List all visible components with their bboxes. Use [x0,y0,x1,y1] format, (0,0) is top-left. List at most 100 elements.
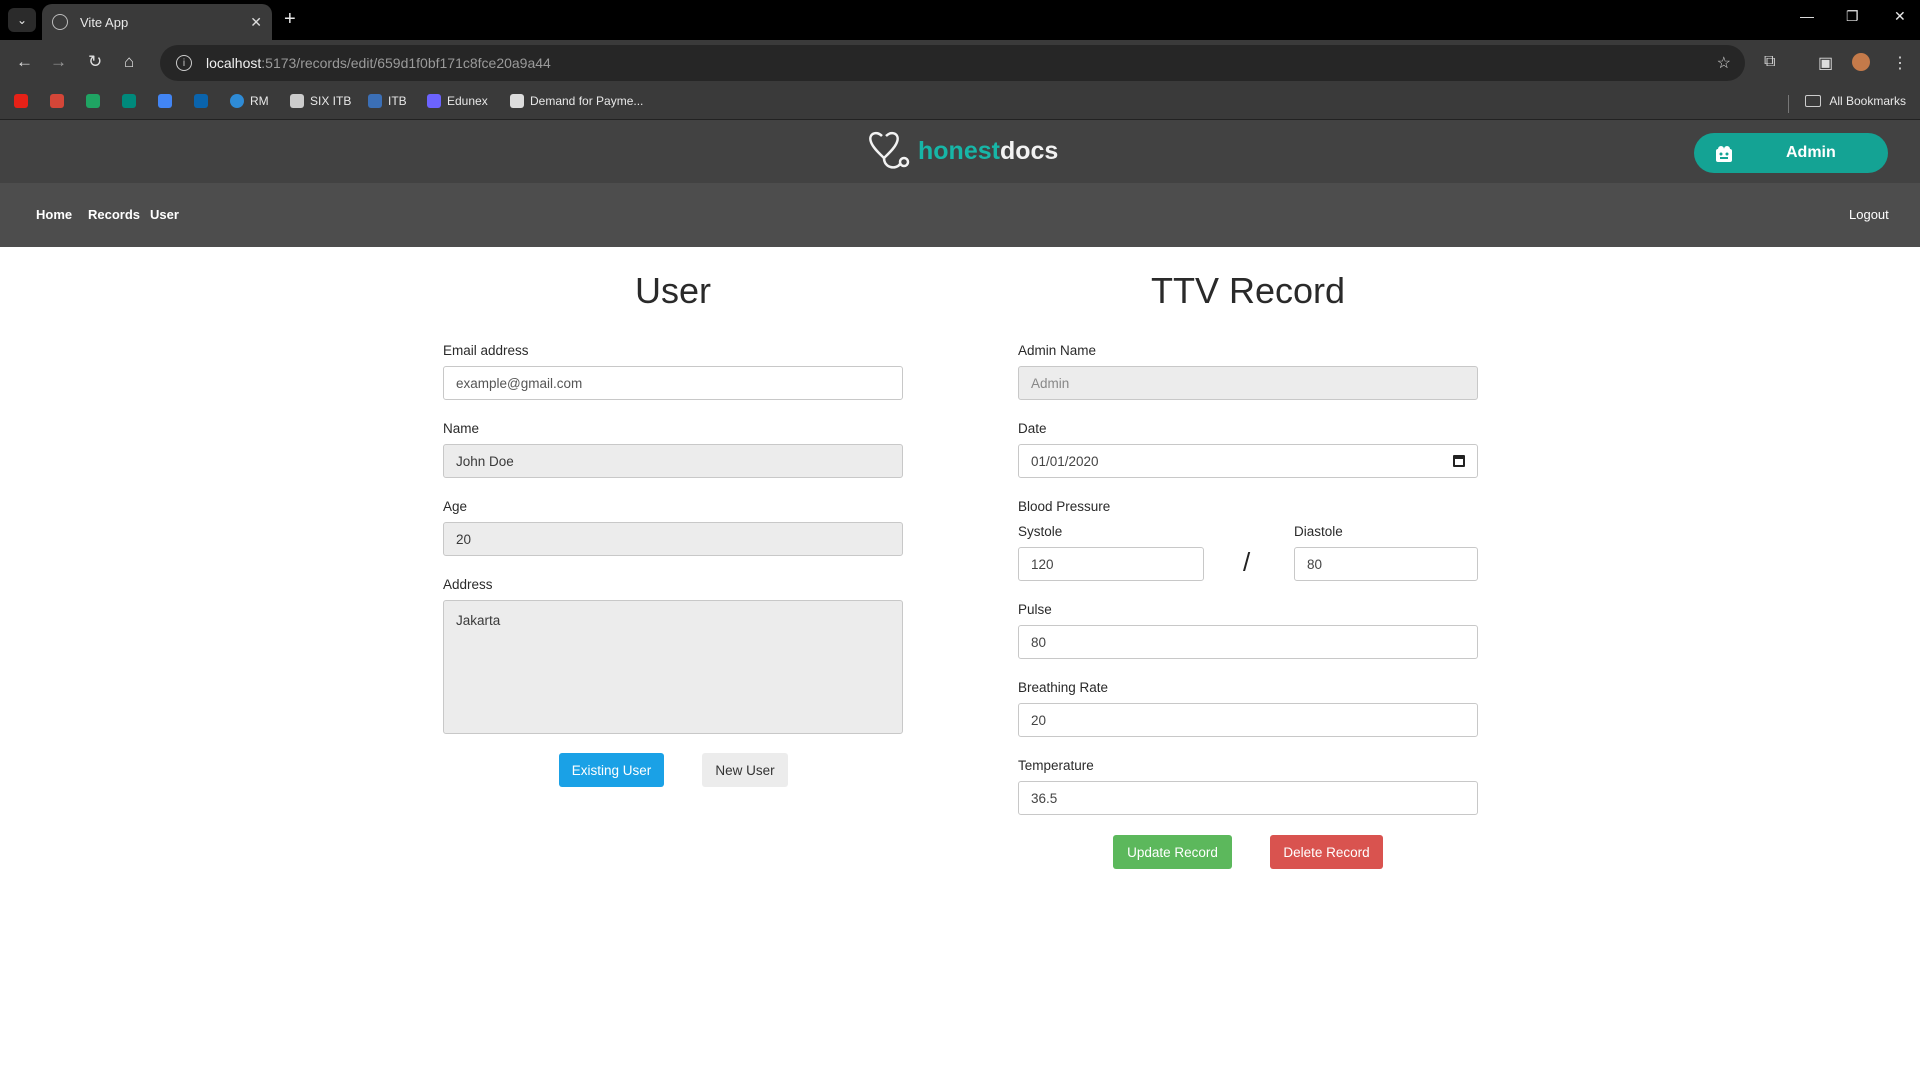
browser-tab[interactable]: Vite App ✕ [42,4,272,40]
record-panel-title: TTV Record [1150,270,1346,311]
admin-avatar-icon [1716,146,1732,162]
logo-docs: docs [999,136,1059,165]
logo-honest: honest [918,136,1000,165]
back-icon[interactable]: ← [16,52,33,72]
bookmark-star-icon[interactable]: ☆ [1717,53,1731,73]
calendar-icon [158,94,172,108]
home-icon[interactable]: ⌂ [124,52,134,72]
date-field[interactable]: 01/01/2020 [1018,444,1478,478]
name-field[interactable]: John Doe [443,444,903,478]
forward-icon[interactable]: → [50,52,67,72]
all-bookmarks[interactable]: All Bookmarks [1805,94,1906,108]
meet-icon [122,94,136,108]
app-nav: Home Records User Logout [0,183,1920,247]
user-panel-title: User [634,270,711,311]
bookmark-label: SIX ITB [310,94,352,108]
minimize-icon[interactable]: — [1800,8,1814,24]
side-panel-icon[interactable]: ▣ [1818,53,1833,73]
bookmark-label: Edunex [447,94,488,108]
bp-separator: / [1243,547,1251,577]
age-label: Age [443,499,468,514]
site-info-icon[interactable]: i [176,55,192,71]
calendar-picker-icon[interactable] [1453,455,1465,467]
stethoscope-heart-icon [869,131,910,169]
itb-icon [368,94,382,108]
drive-icon [86,94,100,108]
nav-home[interactable]: Home [36,207,72,222]
url-path: :5173/records/edit/659d1f0bf171c8fce20a9… [261,55,551,71]
address-field[interactable]: Jakarta [443,600,903,734]
address-bar[interactable]: i localhost:5173/records/edit/659d1f0bf1… [160,45,1745,81]
admin-name-field[interactable]: Admin [1018,366,1478,400]
youtube-icon [14,94,28,108]
diastole-label: Diastole [1294,524,1343,539]
browser-toolbar: ← → ↻ ⌂ i localhost:5173/records/edit/65… [0,40,1920,86]
bookmark-six-itb[interactable]: SIX ITB [290,94,351,108]
document-icon [510,94,524,108]
gmail-icon [50,94,64,108]
bookmark-label: ITB [388,94,407,108]
logout-link[interactable]: Logout [1849,207,1889,222]
url-host: localhost [206,55,262,71]
pulse-field[interactable]: 80 [1018,625,1478,659]
bookmark-drive[interactable] [86,94,106,108]
pulse-label: Pulse [1018,602,1052,617]
bookmark-label: Demand for Payme... [530,94,644,108]
bookmark-edunex[interactable]: Edunex [427,94,488,108]
new-user-button[interactable]: New User [702,753,788,787]
globe-icon [52,14,68,30]
logo-text: honestdocs [918,137,1058,166]
account-button[interactable]: Admin [1694,133,1888,173]
bookmark-outlook[interactable] [194,94,214,108]
address-label: Address [443,577,493,592]
close-window-icon[interactable]: ✕ [1894,8,1906,25]
outlook-icon [194,94,208,108]
date-value: 01/01/2020 [1031,453,1099,469]
diastole-field[interactable]: 80 [1294,547,1478,581]
age-field[interactable]: 20 [443,522,903,556]
menu-icon[interactable]: ⋮ [1892,53,1908,73]
existing-user-button[interactable]: Existing User [559,753,664,787]
reload-icon[interactable]: ↻ [88,52,102,72]
close-tab-icon[interactable]: ✕ [250,14,262,31]
systole-label: Systole [1018,524,1063,539]
bookmarks-bar: RM SIX ITB ITB Edunex Demand for Payme..… [0,86,1920,120]
edunex-icon [427,94,441,108]
bookmark-rm[interactable]: RM [230,94,269,108]
delete-record-button[interactable]: Delete Record [1270,835,1383,869]
email-field[interactable]: example@gmail.com [443,366,903,400]
breathing-rate-field[interactable]: 20 [1018,703,1478,737]
blood-pressure-label: Blood Pressure [1018,499,1111,514]
tab-search-button[interactable]: ⌄ [8,8,36,32]
admin-name-label: Admin Name [1018,343,1097,358]
all-bookmarks-label: All Bookmarks [1829,94,1906,108]
six-itb-icon [290,94,304,108]
bookmark-calendar[interactable] [158,94,178,108]
bookmark-meet[interactable] [122,94,142,108]
bookmark-youtube[interactable] [14,94,34,108]
new-tab-button[interactable]: + [284,8,296,31]
bookmark-gmail[interactable] [50,94,70,108]
app-header: honestdocs Admin [0,120,1920,183]
bookmark-demand[interactable]: Demand for Payme... [510,94,643,108]
update-record-button[interactable]: Update Record [1113,835,1232,869]
temperature-field[interactable]: 36.5 [1018,781,1478,815]
nav-records[interactable]: Records [88,207,140,222]
extensions-icon[interactable]: ⧉ [1764,53,1775,71]
account-label: Admin [1786,144,1836,161]
bookmark-label: RM [250,94,269,108]
browser-tabstrip: ⌄ Vite App ✕ + — ❐ ✕ [0,0,1920,40]
date-label: Date [1018,421,1047,436]
email-label: Email address [443,343,529,358]
tab-title: Vite App [80,14,129,30]
folder-icon [1805,95,1822,107]
bookmarks-divider [1788,95,1789,113]
app-logo[interactable]: honestdocs [868,130,1058,172]
systole-field[interactable]: 120 [1018,547,1204,581]
nav-user[interactable]: User [150,207,179,222]
bookmark-itb[interactable]: ITB [368,94,407,108]
rm-icon [230,94,244,108]
name-label: Name [443,421,480,436]
restore-icon[interactable]: ❐ [1846,8,1859,25]
profile-avatar[interactable] [1852,53,1870,71]
